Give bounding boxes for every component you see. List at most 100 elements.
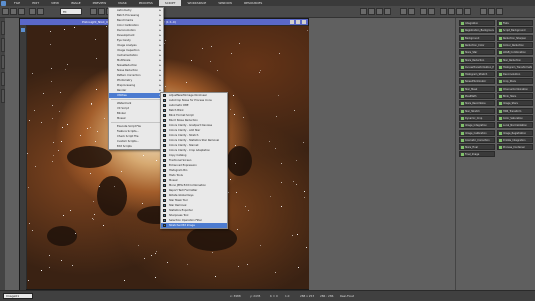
process-icon[interactable]: Image_Integration <box>459 122 495 129</box>
process-icon[interactable]: Histogram_Stretch <box>459 71 495 78</box>
process-glyph-icon <box>461 138 464 142</box>
mask-invert-button[interactable] <box>408 8 415 15</box>
process-icon[interactable]: Deconvolution <box>497 71 533 78</box>
script-menu-item[interactable]: Utilities▸ <box>109 93 163 98</box>
status-bar: Image01 x: 3988 y: 2435 K = 0 1.0 288 x 253 2… <box>0 290 535 301</box>
process-icon[interactable]: Stars_Recombine <box>459 100 495 107</box>
stf-auto-button[interactable] <box>428 8 435 15</box>
tab-format-explorer[interactable] <box>0 72 5 86</box>
star-point <box>155 160 157 162</box>
process-icon[interactable]: Colour_Reduction <box>497 41 533 48</box>
preview-mode-button[interactable] <box>384 8 391 15</box>
main-toolbar: Fit <box>0 6 535 18</box>
tab-history-explorer[interactable] <box>0 55 5 69</box>
maximize-icon[interactable] <box>296 20 300 24</box>
tab-process-explorer[interactable] <box>0 21 5 35</box>
stf-button[interactable] <box>420 8 427 15</box>
star-point <box>74 232 76 234</box>
process-icon[interactable]: Local_Normalization <box>497 122 533 129</box>
process-icon[interactable]: Reduction_Color <box>459 41 495 48</box>
history-button[interactable] <box>488 8 495 15</box>
tab-file-explorer[interactable] <box>0 89 5 103</box>
star-point <box>94 213 96 215</box>
minimize-icon[interactable] <box>290 20 294 24</box>
zoom-mode-button[interactable] <box>376 8 383 15</box>
script-menu-item[interactable]: Edit Scripts <box>109 144 163 149</box>
process-icon[interactable]: Histogram_Transformation <box>497 63 533 70</box>
undo-button[interactable] <box>29 8 36 15</box>
console-button[interactable] <box>496 8 503 15</box>
process-icon[interactable]: Final_Image <box>459 151 495 158</box>
utilities-menu-item-label: Enhanced Expression <box>169 164 197 167</box>
process-icon[interactable]: ChannelCombination <box>497 85 533 92</box>
star-point <box>151 255 153 257</box>
open-file-button[interactable] <box>10 8 17 15</box>
view-selector-combo[interactable]: Image01 <box>3 293 33 299</box>
utilities-menu-item-label: Colors Clarity - Statistics Star Removal <box>169 139 220 142</box>
process-icon[interactable]: Image_Calibration <box>459 129 495 136</box>
status-readout: 1.0 <box>285 294 290 298</box>
process-icon[interactable]: Image_Stars <box>497 100 533 107</box>
new-image-button[interactable] <box>2 8 9 15</box>
process-icon[interactable]: Image_Registration <box>497 129 533 136</box>
process-icon[interactable]: LRGB_Combination <box>497 49 533 56</box>
script-menu-item-label: Eye Candy <box>117 39 131 42</box>
process-icon[interactable]: Color_Saturation <box>497 114 533 121</box>
zoom-combo[interactable]: Fit <box>60 8 82 15</box>
tab-view-explorer[interactable] <box>0 38 5 52</box>
process-icon[interactable]: Stars_Reduction <box>459 56 495 63</box>
utilities-menu-item-label: Histo Tools <box>169 174 183 177</box>
process-icon[interactable]: HDR_Transform <box>497 107 533 114</box>
pan-mode-button[interactable] <box>368 8 375 15</box>
star-point <box>28 280 30 282</box>
process-icon[interactable]: Reduction_Sharpen <box>497 34 533 41</box>
process-icon[interactable]: Background <box>459 34 495 41</box>
process-icon[interactable]: Cosmetic_Correction <box>459 136 495 143</box>
close-icon[interactable] <box>302 20 306 24</box>
process-icon[interactable]: PixelMath <box>459 93 495 99</box>
process-glyph-icon <box>499 43 502 47</box>
star-point <box>236 192 238 194</box>
process-icon[interactable]: Star_Reduction <box>497 56 533 63</box>
process-icon-label: Image_Stars <box>503 102 518 106</box>
star-point <box>280 205 282 207</box>
process-icon[interactable]: Integration <box>459 20 495 26</box>
script-menu-item[interactable]: Mosaic <box>109 116 163 121</box>
zoom-out-button[interactable] <box>98 8 105 15</box>
process-icon[interactable]: Stars_Star <box>459 49 495 56</box>
process-icon[interactable]: Drizzle_Integration <box>497 136 533 143</box>
script-menu-item-label: NoiseReduction <box>117 64 138 67</box>
channel-blue-button[interactable] <box>464 8 471 15</box>
process-icon[interactable]: Process_Container <box>497 144 533 151</box>
redo-button[interactable] <box>37 8 44 15</box>
process-glyph-icon <box>461 36 464 40</box>
process-icon[interactable]: Star_Mask <box>459 85 495 92</box>
script-menu-item-label: Instrumentation <box>117 54 138 57</box>
save-button[interactable] <box>18 8 25 15</box>
process-icon[interactable]: Blink_Stars <box>497 93 533 99</box>
process-icon[interactable]: Dynamic_Crop <box>459 114 495 121</box>
script-menu-item-label: Batch Processing <box>117 14 140 17</box>
process-icon[interactable]: Stars_Final <box>459 144 495 151</box>
zoom-in-button[interactable] <box>90 8 97 15</box>
process-icon[interactable]: Script_Background <box>497 27 533 34</box>
process-icon[interactable]: Crop_Stars <box>497 78 533 85</box>
explorer-button[interactable] <box>480 8 487 15</box>
process-icon-label: Histogram_Transformation <box>503 65 533 69</box>
channel-rgb-button[interactable] <box>440 8 447 15</box>
process-icon[interactable]: NoiseXTerminator <box>459 78 495 85</box>
process-icon[interactable]: Registration_Background <box>459 27 495 34</box>
readout-mode-button[interactable] <box>360 8 367 15</box>
channel-red-button[interactable] <box>448 8 455 15</box>
star-point <box>87 128 89 130</box>
utilities-menu-item[interactable]: Stretched Bit Image <box>161 223 227 228</box>
star-point <box>229 109 231 111</box>
process-icon[interactable]: Star_Stretch <box>459 107 495 114</box>
mask-show-button[interactable] <box>400 8 407 15</box>
process-glyph-icon <box>461 29 464 33</box>
process-icon[interactable]: Flats <box>497 20 533 26</box>
star-point <box>143 155 145 157</box>
process-icon[interactable]: CurvesTransformation_Process <box>459 63 495 70</box>
view-identifier-icon[interactable] <box>21 28 25 32</box>
channel-green-button[interactable] <box>456 8 463 15</box>
